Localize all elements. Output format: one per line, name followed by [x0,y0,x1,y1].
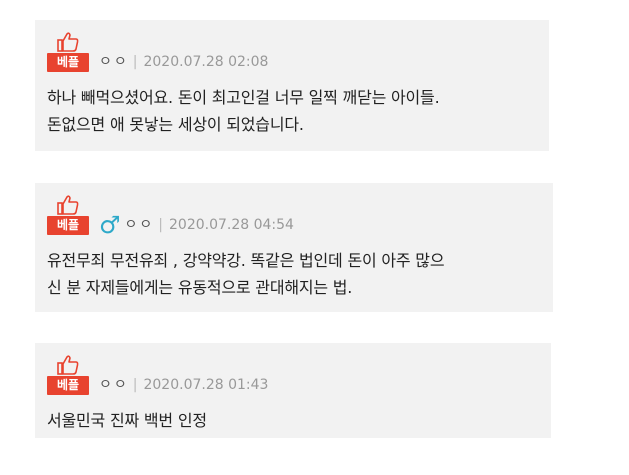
comment-meta: 베플 ㅇㅇ | 2020.07.28 01:43 [47,355,541,395]
best-badge: 베플 [47,355,89,395]
comment-line: 하나 빼먹으셨어요. 돈이 최고인걸 너무 일찍 깨닫는 아이들. [47,88,440,107]
comment-line: 돈없으면 애 못낳는 세상이 되었습니다. [47,115,304,134]
comment-card: 베플 ㅇㅇ | 2020.07.28 01:43 서울민국 진짜 백번 인정 [35,343,551,438]
comment-line: 서울민국 진짜 백번 인정 [47,411,207,430]
comment-body: 유전무죄 무전유죄 , 강약약강. 똑같은 법인데 돈이 아주 많으 신 분 자… [47,247,543,301]
comment-meta: 베플 ♂ ㅇㅇ | 2020.07.28 04:54 [47,195,543,239]
comment-author[interactable]: ㅇㅇ [125,215,155,235]
best-badge: 베플 [47,32,89,72]
comment-card: 베플 ㅇㅇ | 2020.07.28 02:08 하나 빼먹으셨어요. 돈이 최… [35,20,549,151]
comment-date: 2020.07.28 01:43 [143,377,269,393]
best-label: 베플 [47,216,89,235]
comment-body: 하나 빼먹으셨어요. 돈이 최고인걸 너무 일찍 깨닫는 아이들. 돈없으면 애… [47,84,539,138]
meta-separator: | [158,217,163,233]
best-label: 베플 [47,53,89,72]
comment-line: 유전무죄 무전유죄 , 강약약강. 똑같은 법인데 돈이 아주 많으 [47,251,445,270]
comment-author[interactable]: ㅇㅇ [99,375,129,395]
comment-card: 베플 ♂ ㅇㅇ | 2020.07.28 04:54 유전무죄 무전유죄 , 강… [35,183,553,312]
thumbs-up-icon [57,32,79,52]
comment-date: 2020.07.28 02:08 [143,54,269,70]
male-icon: ♂ [99,211,121,239]
meta-separator: | [132,54,138,70]
comment-line: 신 분 자제들에게는 유동적으로 관대해지는 법. [47,278,353,297]
thumbs-up-icon [57,195,79,215]
comment-body: 서울민국 진짜 백번 인정 [47,407,541,434]
meta-separator: | [132,377,138,393]
comment-meta: 베플 ㅇㅇ | 2020.07.28 02:08 [47,32,539,72]
best-label: 베플 [47,376,89,395]
comment-date: 2020.07.28 04:54 [169,217,294,233]
thumbs-up-icon [57,355,79,375]
best-badge: 베플 [47,195,89,235]
comment-author[interactable]: ㅇㅇ [99,52,129,72]
